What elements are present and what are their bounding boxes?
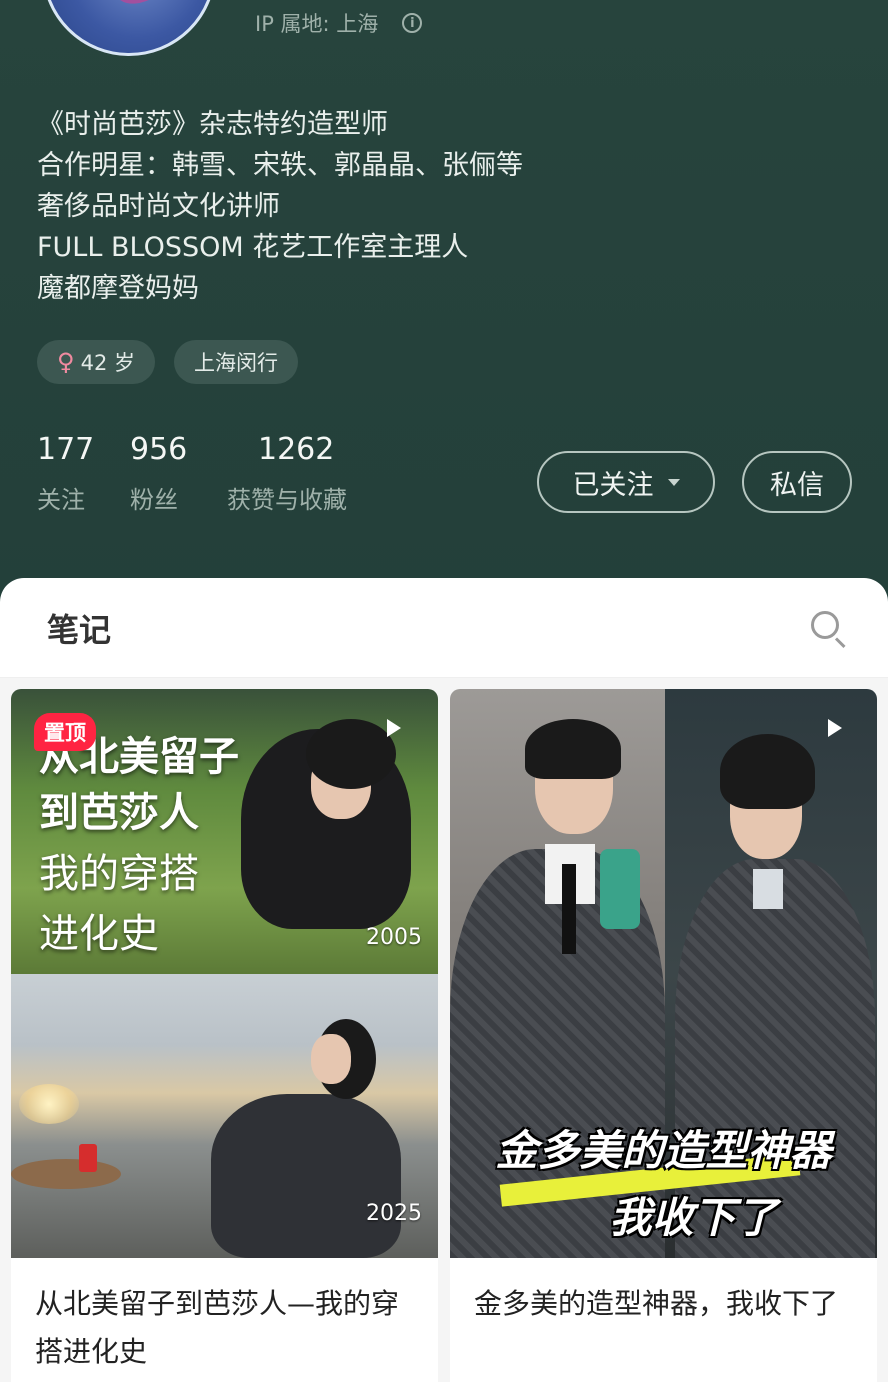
play-icon <box>828 719 842 737</box>
info-icon[interactable]: i <box>402 13 423 33</box>
profile-header: IP 属地: 上海 i 《时尚芭莎》杂志特约造型师 合作明星：韩雪、宋轶、郭晶晶… <box>0 0 888 600</box>
note-caption[interactable]: 从北美留子到芭莎人—我的穿搭进化史 <box>11 1258 438 1382</box>
year-label: 2005 <box>366 925 422 950</box>
bio-line: 合作明星：韩雪、宋轶、郭晶晶、张俪等 <box>37 150 523 181</box>
note-cover[interactable]: 金多美的造型神器 我收下了 <box>450 689 877 1258</box>
ip-location: IP 属地: 上海 <box>255 12 379 36</box>
note-caption[interactable]: 金多美的造型神器，我收下了 <box>450 1258 877 1382</box>
bio-line: FULL BLOSSOM 花艺工作室主理人 <box>37 232 469 263</box>
message-label: 私信 <box>770 469 824 501</box>
tab-bar: 笔记 <box>0 578 888 678</box>
following-label: 已关注 <box>572 469 654 501</box>
profile-tags: ♀ 42 岁 上海闵行 <box>37 340 298 384</box>
ip-location-row: IP 属地: 上海 i <box>255 8 423 38</box>
caret-down-icon <box>667 478 680 486</box>
bio: 《时尚芭莎》杂志特约造型师 合作明星：韩雪、宋轶、郭晶晶、张俪等 奢侈品时尚文化… <box>37 104 523 309</box>
stat-value: 177 <box>37 432 95 467</box>
notes-feed: 置顶 从北美留子 到芭莎人 我的穿搭 进化史 2005 2025 从北美留子到芭… <box>0 678 888 1382</box>
stat-label: 关注 <box>37 486 85 514</box>
stat-label: 粉丝 <box>130 486 178 514</box>
age-label: 42 岁 <box>80 351 135 375</box>
location-label: 上海闵行 <box>193 351 278 375</box>
bio-line: 魔都摩登妈妈 <box>37 273 199 304</box>
female-icon: ♀ <box>57 348 75 376</box>
message-button[interactable]: 私信 <box>742 451 852 513</box>
avatar[interactable] <box>42 0 216 56</box>
year-label: 2025 <box>366 1201 422 1226</box>
stat-value: 956 <box>130 432 188 467</box>
note-card[interactable]: 置顶 从北美留子 到芭莎人 我的穿搭 进化史 2005 2025 从北美留子到芭… <box>11 689 438 1382</box>
cover-title-line: 进化史 <box>39 911 159 957</box>
content-sheet: 笔记 置顶 从北美留子 到芭莎人 我的穿搭 进化史 2005 2025 从北美留… <box>0 578 888 1382</box>
cover-title-line: 金多美的造型神器 <box>495 1126 832 1175</box>
stat-likes[interactable]: 1262 获赞与收藏 <box>227 432 377 515</box>
cover-title-line: 到芭莎人 <box>39 790 199 836</box>
note-card[interactable]: 金多美的造型神器 我收下了 金多美的造型神器，我收下了 <box>450 689 877 1382</box>
stat-label: 获赞与收藏 <box>227 486 347 514</box>
location-tag: 上海闵行 <box>173 340 298 384</box>
avatar-flower-graphic <box>111 0 165 10</box>
tab-notes[interactable]: 笔记 <box>47 605 111 651</box>
cover-title-line: 我收下了 <box>609 1193 778 1242</box>
note-cover[interactable]: 置顶 从北美留子 到芭莎人 我的穿搭 进化史 2005 2025 <box>11 689 438 1258</box>
pinned-badge: 置顶 <box>34 713 96 751</box>
search-icon[interactable] <box>808 608 848 648</box>
stat-value: 1262 <box>258 432 335 467</box>
following-button[interactable]: 已关注 <box>537 451 715 513</box>
stat-following[interactable]: 177 关注 <box>37 432 130 515</box>
bio-line: 奢侈品时尚文化讲师 <box>37 191 280 222</box>
play-icon <box>387 719 401 737</box>
cover-title-line: 我的穿搭 <box>39 851 199 897</box>
bio-line: 《时尚芭莎》杂志特约造型师 <box>37 109 388 140</box>
stat-followers[interactable]: 956 粉丝 <box>130 432 227 515</box>
age-tag: ♀ 42 岁 <box>37 340 155 384</box>
stats-row: 177 关注 956 粉丝 1262 获赞与收藏 <box>37 432 377 515</box>
